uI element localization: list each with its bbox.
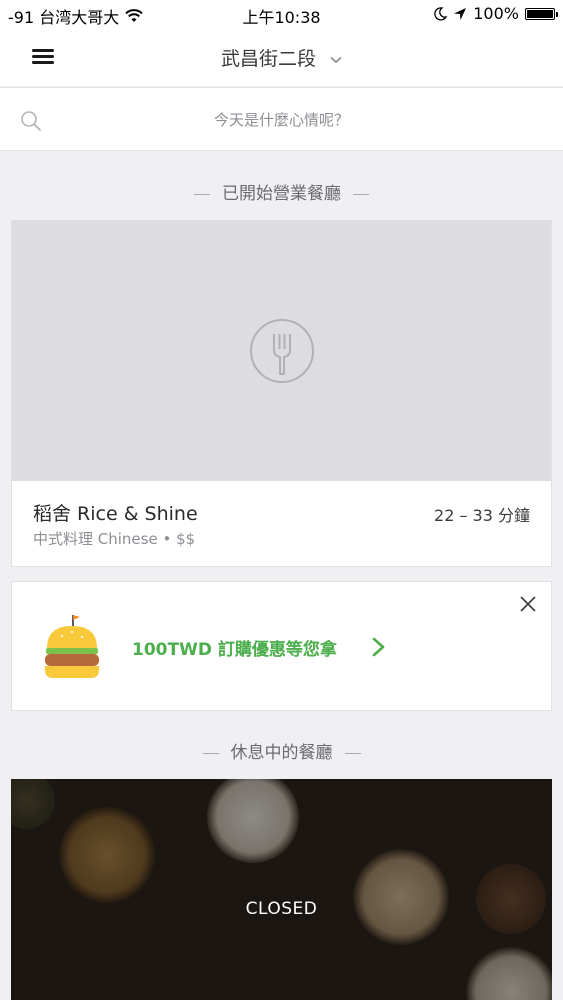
promo-banner[interactable]: 100TWD 訂購優惠等您拿	[11, 581, 552, 711]
restaurant-card[interactable]: 稻舍 Rice & Shine 中式料理 Chinese • $$ 22 – 3…	[11, 220, 552, 567]
fork-icon	[250, 319, 314, 383]
restaurant-name: 稻舍 Rice & Shine	[33, 503, 198, 525]
search-input[interactable]: 今天是什麼心情呢？	[0, 109, 563, 130]
closed-restaurants-title: 休息中的餐廳	[230, 743, 333, 763]
close-icon[interactable]	[519, 595, 537, 613]
closed-restaurant-card[interactable]: CLOSED	[11, 779, 552, 1000]
divider	[194, 193, 210, 195]
nav-bar: 武昌街二段	[0, 28, 563, 86]
open-restaurants-heading: 已開始營業餐廳	[0, 179, 563, 204]
burger-icon	[45, 615, 99, 678]
closed-label: CLOSED	[245, 899, 318, 919]
divider	[344, 752, 361, 754]
location-label: 武昌街二段	[220, 48, 316, 70]
closed-overlay	[11, 779, 552, 1000]
location-arrow-icon	[454, 7, 467, 20]
restaurant-category: 中式料理 Chinese • $$	[33, 530, 196, 548]
battery-percentage: 100%	[473, 4, 519, 23]
moon-icon	[434, 6, 448, 21]
chevron-down-icon	[330, 56, 342, 63]
status-bar: -91 台湾大哥大 上午10:38 100%	[0, 0, 563, 28]
divider	[353, 193, 369, 195]
open-restaurants-title: 已開始營業餐廳	[222, 184, 341, 204]
promo-text: 100TWD 訂購優惠等您拿	[132, 640, 337, 660]
closed-restaurants-heading: 休息中的餐廳	[0, 738, 563, 763]
chevron-right-icon[interactable]	[372, 637, 386, 657]
delivery-time: 22 – 33 分鐘	[434, 506, 530, 525]
status-right: 100%	[433, 4, 558, 23]
location-selector[interactable]: 武昌街二段	[0, 44, 563, 71]
restaurant-image-placeholder	[12, 221, 551, 481]
divider	[202, 752, 219, 754]
battery-icon	[525, 7, 558, 20]
search-bar[interactable]: 今天是什麼心情呢？	[0, 87, 563, 151]
